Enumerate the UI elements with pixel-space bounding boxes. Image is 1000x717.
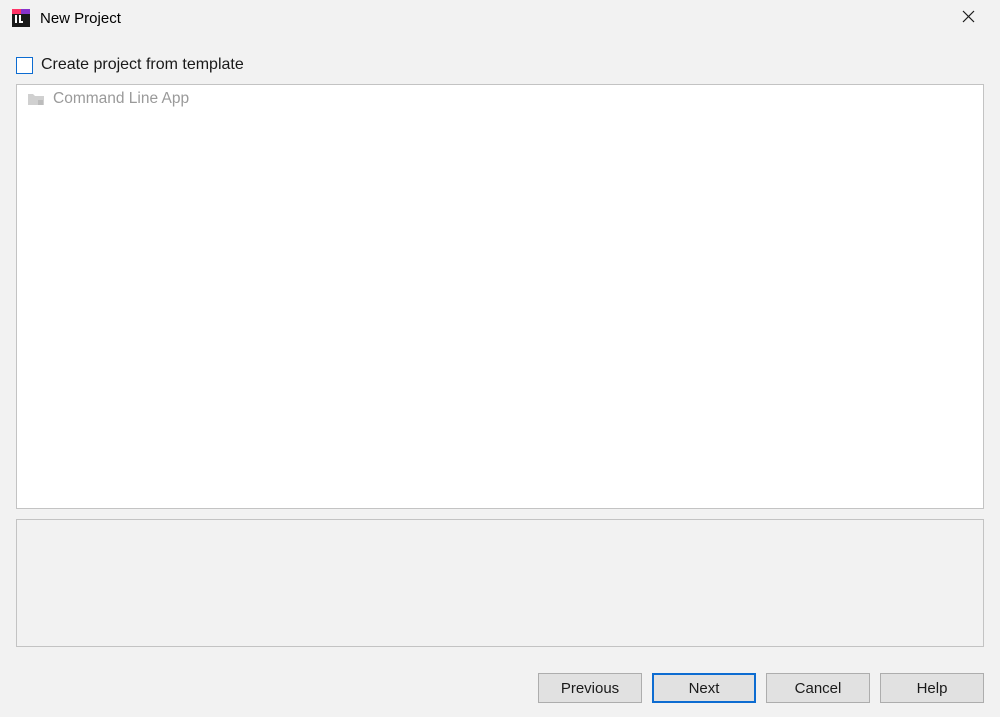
- template-item-label: Command Line App: [53, 90, 189, 108]
- close-button[interactable]: [948, 0, 988, 36]
- next-button[interactable]: Next: [652, 673, 756, 703]
- button-bar: Previous Next Cancel Help: [538, 673, 984, 703]
- titlebar-left: New Project: [12, 9, 121, 27]
- app-icon: [12, 9, 30, 27]
- previous-button[interactable]: Previous: [538, 673, 642, 703]
- cancel-button[interactable]: Cancel: [766, 673, 870, 703]
- list-item[interactable]: Command Line App: [17, 85, 983, 113]
- template-list[interactable]: Command Line App: [16, 84, 984, 509]
- folder-icon: [27, 91, 45, 107]
- template-description: [16, 519, 984, 647]
- window-title: New Project: [40, 10, 121, 27]
- titlebar: New Project: [0, 0, 1000, 36]
- close-icon: [962, 10, 975, 27]
- create-from-template-label[interactable]: Create project from template: [41, 56, 244, 74]
- dialog-content: Create project from template Command Lin…: [0, 36, 1000, 647]
- create-from-template-row: Create project from template: [16, 56, 984, 74]
- create-from-template-checkbox[interactable]: [16, 57, 33, 74]
- help-button[interactable]: Help: [880, 673, 984, 703]
